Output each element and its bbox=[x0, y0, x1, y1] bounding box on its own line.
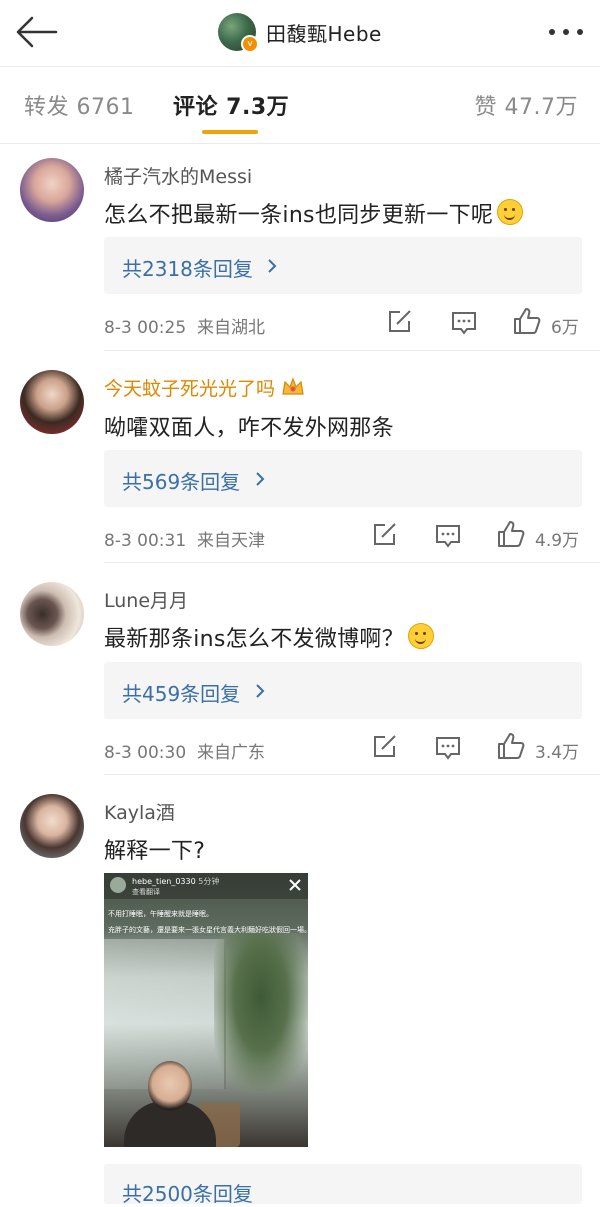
comment-meta: 8-3 00:30 来自广东 bbox=[104, 743, 265, 763]
top-bar: v 田馥甄Hebe bbox=[0, 0, 600, 67]
tab-comments[interactable]: 评论 7.3万 bbox=[173, 89, 289, 121]
username[interactable]: 今天蚊子死光光了吗 bbox=[104, 374, 305, 401]
post-author[interactable]: v 田馥甄Hebe bbox=[218, 12, 382, 53]
like-count: 4.9万 bbox=[535, 531, 580, 551]
reply-icon[interactable] bbox=[434, 735, 462, 761]
verified-badge-icon: v bbox=[241, 35, 259, 53]
view-replies-button[interactable]: 共459条回复 bbox=[104, 662, 582, 719]
thumbs-up-icon[interactable] bbox=[512, 306, 542, 336]
divider bbox=[0, 143, 600, 144]
view-replies-button[interactable]: 共2500条回复 bbox=[104, 1164, 582, 1206]
avatar[interactable] bbox=[20, 582, 84, 646]
repost-icon[interactable] bbox=[386, 309, 414, 335]
image-story-user: hebe_tien_0330 5分钟 bbox=[132, 877, 220, 886]
chevron-right-icon bbox=[256, 684, 265, 698]
repost-icon[interactable] bbox=[371, 734, 399, 760]
replies-label: 共459条回复 bbox=[122, 682, 241, 706]
like-count: 3.4万 bbox=[535, 743, 580, 763]
thumbs-up-icon[interactable] bbox=[496, 731, 526, 761]
image-caption-line: 充胖子的文藝，還是要來一張女星代言義大利麵好吃狀假回一場。 bbox=[108, 926, 308, 934]
image-scene-trees bbox=[214, 933, 308, 1093]
comment-text: 呦嚯双面人，咋不发外网那条 bbox=[104, 416, 394, 441]
author-avatar[interactable]: v bbox=[218, 13, 259, 53]
chevron-right-icon bbox=[256, 472, 265, 486]
repost-icon[interactable] bbox=[371, 522, 399, 548]
comment-text: 怎么不把最新一条ins也同步更新一下呢 bbox=[104, 197, 524, 229]
comment-text: 解释一下? bbox=[104, 839, 206, 864]
close-icon bbox=[289, 879, 301, 891]
comment-meta: 8-3 00:31 来自天津 bbox=[104, 531, 265, 551]
vip-crown-icon bbox=[282, 377, 304, 395]
username[interactable]: 橘子汽水的Messi bbox=[104, 162, 252, 189]
comment-text: 最新那条ins怎么不发微博啊？ bbox=[104, 621, 435, 653]
tab-repost[interactable]: 转发 6761 bbox=[24, 89, 134, 121]
image-story-avatar bbox=[110, 877, 126, 893]
image-story-translate: 查看翻译 bbox=[132, 888, 160, 896]
tab-likes[interactable]: 赞 47.7万 bbox=[475, 89, 578, 121]
like-count: 6万 bbox=[551, 318, 579, 338]
reply-icon[interactable] bbox=[450, 310, 478, 336]
comment-image[interactable]: hebe_tien_0330 5分钟 查看翻译 不用打睡眠，午睡醒来就是睡眠。 … bbox=[104, 873, 308, 1147]
image-story-header: hebe_tien_0330 5分钟 查看翻译 bbox=[104, 873, 308, 899]
active-tab-indicator bbox=[202, 130, 258, 134]
reply-icon[interactable] bbox=[434, 523, 462, 549]
more-options-icon[interactable] bbox=[546, 22, 586, 42]
smile-emoji-icon bbox=[408, 623, 435, 649]
page-title: 田馥甄Hebe bbox=[266, 21, 382, 46]
image-scene-person-face bbox=[148, 1061, 192, 1111]
view-replies-button[interactable]: 共569条回复 bbox=[104, 450, 582, 507]
view-replies-button[interactable]: 共2318条回复 bbox=[104, 237, 582, 294]
post-tabs: 转发 6761 评论 7.3万 赞 47.7万 bbox=[0, 67, 600, 143]
thumbs-up-icon[interactable] bbox=[496, 519, 526, 549]
replies-label: 共2318条回复 bbox=[122, 257, 253, 281]
back-arrow-icon[interactable] bbox=[14, 12, 58, 52]
image-caption-line: 不用打睡眠，午睡醒来就是睡眠。 bbox=[108, 910, 213, 918]
replies-label: 共2500条回复 bbox=[122, 1182, 253, 1206]
comment-meta: 8-3 00:25 来自湖北 bbox=[104, 318, 265, 338]
avatar[interactable] bbox=[20, 158, 84, 222]
avatar[interactable] bbox=[20, 794, 84, 858]
chevron-right-icon bbox=[268, 259, 277, 273]
divider bbox=[104, 350, 600, 351]
replies-label: 共569条回复 bbox=[122, 470, 241, 494]
divider bbox=[104, 562, 600, 563]
username[interactable]: Kayla酒 bbox=[104, 798, 175, 825]
avatar[interactable] bbox=[20, 370, 84, 434]
username[interactable]: Lune月月 bbox=[104, 586, 188, 613]
shy-face-emoji-icon bbox=[497, 199, 524, 225]
divider bbox=[104, 774, 600, 775]
